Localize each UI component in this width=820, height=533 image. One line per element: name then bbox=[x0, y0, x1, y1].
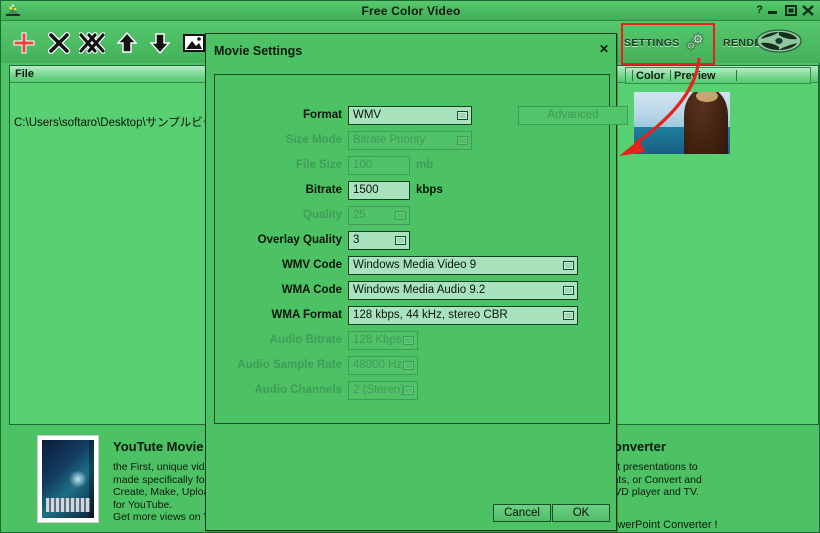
field-value: 25 bbox=[353, 209, 366, 221]
form-row: Audio Channels 2 (Stereo) bbox=[206, 381, 616, 403]
film-reel-icon bbox=[756, 28, 802, 59]
field-value: 128 Kbps bbox=[353, 334, 402, 346]
advanced-button[interactable]: Advanced bbox=[518, 106, 628, 125]
field-value: 128 kbps, 44 kHz, stereo CBR bbox=[353, 309, 508, 321]
ok-button[interactable]: OK bbox=[552, 504, 610, 522]
maximize-button[interactable] bbox=[785, 5, 797, 19]
dropdown-8[interactable]: 128 kbps, 44 kHz, stereo CBR bbox=[348, 306, 578, 325]
promo-title: YouTute Movie M bbox=[113, 439, 218, 454]
dialog-title: Movie Settings bbox=[214, 44, 303, 58]
chevron-down-icon bbox=[403, 336, 414, 345]
title-bar: Free Color Video ? bbox=[1, 1, 820, 21]
form-row: Audio Bitrate 128 Kbps bbox=[206, 331, 616, 353]
field-unit: mb bbox=[416, 159, 434, 171]
chevron-down-icon bbox=[403, 361, 414, 370]
form-row: File Size 100 mb bbox=[206, 156, 616, 178]
render-button[interactable]: RENDER bbox=[723, 25, 815, 61]
remove-file-icon[interactable] bbox=[46, 30, 72, 56]
field-label: Size Mode bbox=[285, 134, 342, 146]
field-unit: kbps bbox=[416, 184, 443, 196]
tab-separator bbox=[670, 70, 671, 81]
close-button[interactable] bbox=[802, 5, 814, 19]
dropdown-9: 128 Kbps bbox=[348, 331, 418, 350]
chevron-down-icon bbox=[403, 386, 414, 395]
tab-separator bbox=[736, 70, 737, 81]
move-up-icon[interactable] bbox=[114, 30, 140, 56]
move-down-icon[interactable] bbox=[147, 30, 173, 56]
dropdown-10: 48000 Hz bbox=[348, 356, 418, 375]
chevron-down-icon[interactable] bbox=[457, 111, 468, 120]
gear-icon bbox=[682, 29, 706, 58]
help-button[interactable]: ? bbox=[756, 5, 763, 16]
text-field-2: 100 bbox=[348, 156, 410, 175]
form-row: Quality 25 bbox=[206, 206, 616, 228]
form-row: Size Mode Bitrate Priority bbox=[206, 131, 616, 153]
preview-tab-strip: Color Preview bbox=[625, 67, 811, 84]
field-value: Bitrate Priority bbox=[353, 134, 426, 146]
chevron-down-icon bbox=[395, 211, 406, 220]
dropdown-6[interactable]: Windows Media Video 9 bbox=[348, 256, 578, 275]
chevron-down-icon[interactable] bbox=[563, 311, 574, 320]
add-file-icon[interactable] bbox=[11, 30, 37, 56]
form-row: WMA Code Windows Media Audio 9.2 bbox=[206, 281, 616, 303]
chevron-down-icon[interactable] bbox=[563, 261, 574, 270]
dropdown-1: Bitrate Priority bbox=[348, 131, 472, 150]
field-value: 48000 Hz bbox=[353, 359, 403, 371]
field-value: 3 bbox=[353, 234, 360, 246]
dropdown-0[interactable]: WMV bbox=[348, 106, 472, 125]
chevron-down-icon[interactable] bbox=[563, 286, 574, 295]
field-label: Audio Channels bbox=[254, 384, 342, 396]
field-value: WMV bbox=[353, 109, 382, 121]
preview-subject-highlight bbox=[696, 92, 718, 102]
remove-all-files-icon[interactable] bbox=[78, 30, 106, 56]
field-label: Audio Sample Rate bbox=[237, 359, 342, 371]
field-value: Windows Media Audio 9.2 bbox=[353, 284, 486, 296]
form-row: Audio Sample Rate 48000 Hz bbox=[206, 356, 616, 378]
field-label: Format bbox=[303, 109, 342, 121]
form-row: WMA Format 128 kbps, 44 kHz, stereo CBR bbox=[206, 306, 616, 328]
field-label: File Size bbox=[295, 159, 342, 171]
application-window: Free Color Video ? File C:\Users\softaro… bbox=[0, 0, 820, 533]
settings-button-label: SETTINGS bbox=[624, 37, 680, 49]
promo-box-art bbox=[37, 435, 99, 523]
movie-settings-dialog: Movie Settings ✕ Format WMV Size Mode Bitra… bbox=[205, 33, 628, 531]
field-label: Quality bbox=[303, 209, 342, 221]
field-label: Audio Bitrate bbox=[269, 334, 342, 346]
tab-separator bbox=[632, 70, 633, 81]
dropdown-4: 25 bbox=[348, 206, 410, 225]
column-header-file: File bbox=[15, 68, 34, 80]
field-label: WMA Format bbox=[271, 309, 342, 321]
list-item[interactable]: C:\Users\softaro\Desktop\サンプルビデオ bbox=[14, 114, 226, 130]
field-value: Windows Media Video 9 bbox=[353, 259, 477, 271]
dialog-close-icon[interactable]: ✕ bbox=[599, 42, 609, 56]
cancel-button[interactable]: Cancel bbox=[493, 504, 551, 522]
minimize-button[interactable] bbox=[767, 5, 779, 19]
tab-preview[interactable]: Preview bbox=[674, 70, 716, 82]
field-value: 1500 bbox=[353, 184, 379, 196]
chevron-down-icon[interactable] bbox=[395, 236, 406, 245]
snapshot-icon[interactable] bbox=[181, 30, 207, 56]
field-label: Bitrate bbox=[305, 184, 342, 196]
dropdown-5[interactable]: 3 bbox=[348, 231, 410, 250]
chevron-down-icon bbox=[457, 136, 468, 145]
window-title: Free Color Video bbox=[361, 4, 461, 18]
form-row: Bitrate 1500 kbps bbox=[206, 181, 616, 203]
dropdown-7[interactable]: Windows Media Audio 9.2 bbox=[348, 281, 578, 300]
field-label: Overlay Quality bbox=[257, 234, 342, 246]
form-row: WMV Code Windows Media Video 9 bbox=[206, 256, 616, 278]
dropdown-11: 2 (Stereo) bbox=[348, 381, 418, 400]
field-label: WMV Code bbox=[281, 259, 342, 271]
form-row: Overlay Quality 3 bbox=[206, 231, 616, 253]
field-label: WMA Code bbox=[281, 284, 342, 296]
tab-color[interactable]: Color bbox=[636, 70, 665, 82]
text-field-3[interactable]: 1500 bbox=[348, 181, 410, 200]
preview-thumbnail bbox=[632, 90, 732, 156]
settings-button[interactable]: SETTINGS bbox=[624, 25, 712, 61]
field-value: 100 bbox=[353, 159, 373, 171]
field-value: 2 (Stereo) bbox=[353, 384, 405, 396]
